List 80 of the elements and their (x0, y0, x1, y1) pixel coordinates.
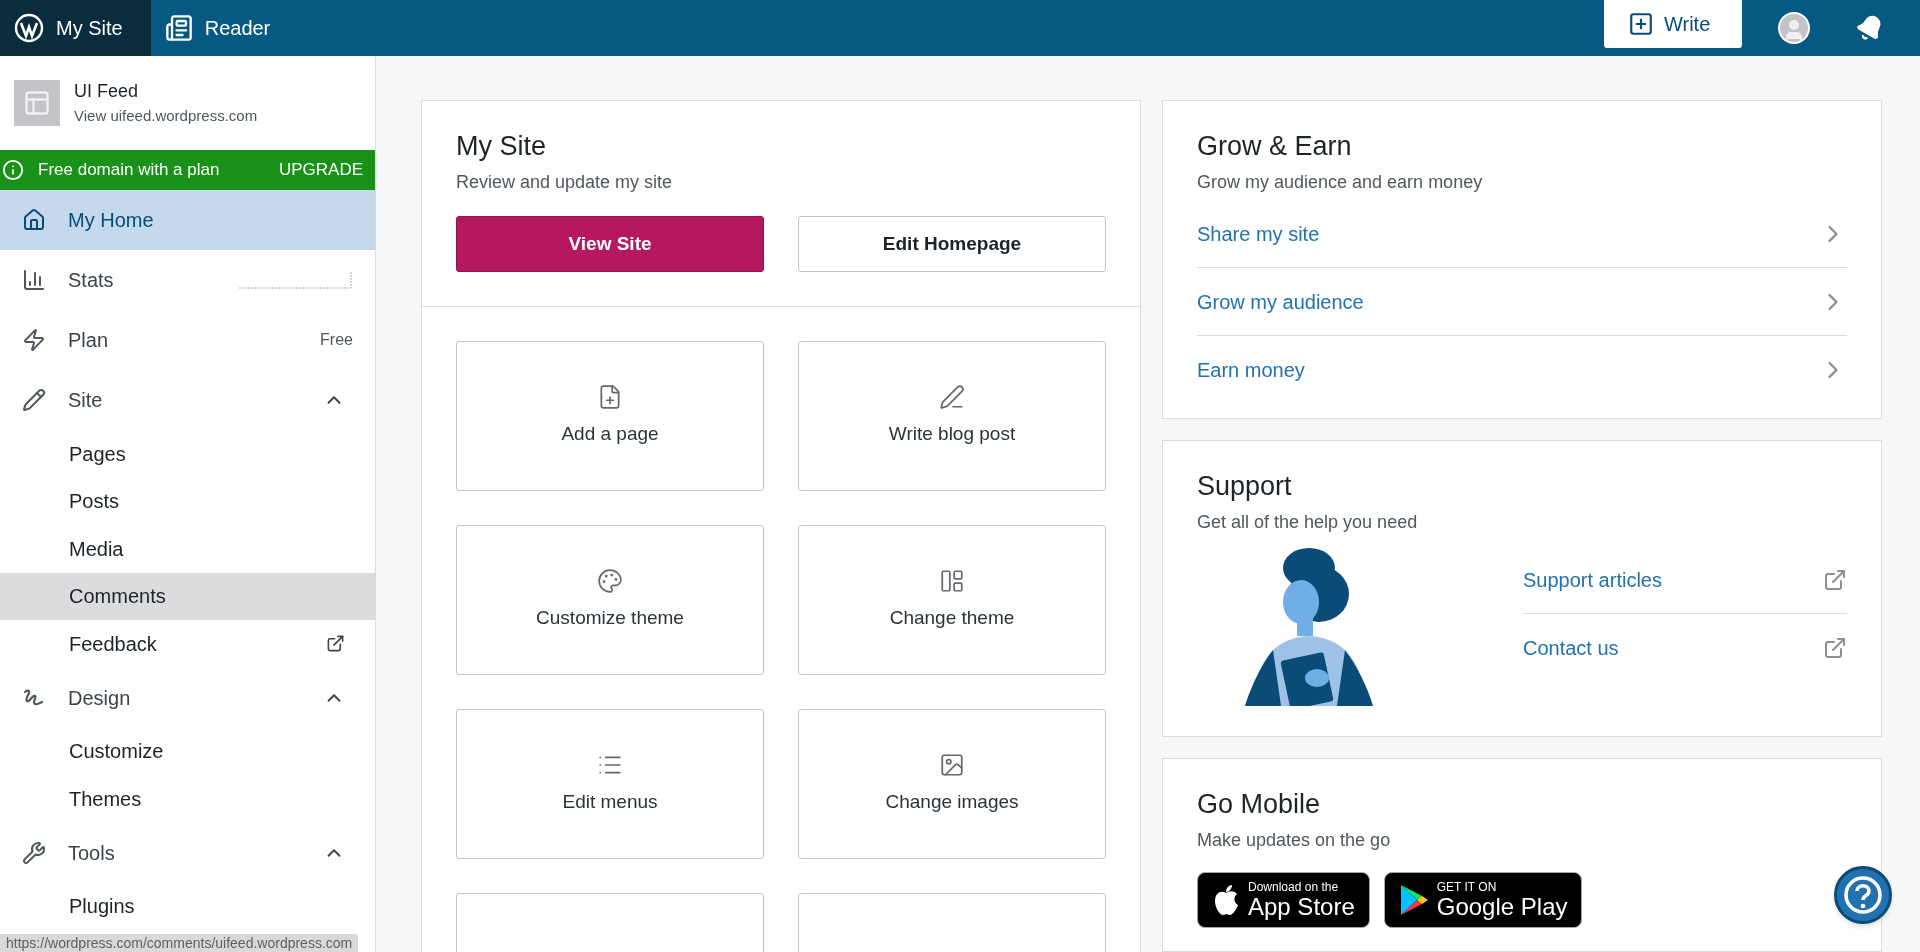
upgrade-link[interactable]: UPGRADE (278, 157, 363, 183)
home-icon (22, 208, 46, 232)
badge-large-text: Google Play (1436, 895, 1568, 919)
quick-link-label: Edit menus (562, 789, 658, 814)
card-subtitle: Get all of the help you need (1197, 511, 1419, 534)
quick-link-label: Write blog post (888, 421, 1016, 446)
square-plus-icon (1628, 11, 1654, 37)
top-tab[interactable]: My Site (0, 0, 151, 56)
grow-link[interactable]: Grow my audience (1197, 268, 1847, 336)
avatar[interactable] (1778, 12, 1810, 44)
sidebar-subitem[interactable]: Comments (0, 572, 375, 620)
quick-link-label: Customize theme (536, 605, 684, 630)
view-site-button[interactable]: View Site (456, 216, 764, 272)
quick-link-label: Change theme (889, 605, 1015, 630)
layout-icon (939, 567, 965, 594)
grow-link[interactable]: Share my site (1197, 200, 1847, 268)
card-subtitle: Grow my audience and earn money (1197, 171, 1484, 194)
badge-small-text: Download on the (1248, 881, 1340, 893)
wordpress-logo (14, 13, 44, 43)
sidebar-subitem-label: Posts (69, 489, 120, 515)
image-icon (939, 751, 965, 778)
status-url-tooltip: https://wordpress.com/comments/uifeed.wordpress.com (0, 934, 359, 952)
sidebar-item-label: Design (68, 685, 131, 711)
quick-link-tile[interactable]: Edit menus (456, 709, 764, 859)
palette-icon (597, 567, 623, 594)
sidebar-item-label: Stats (68, 268, 114, 293)
play-icon (1398, 884, 1429, 916)
card-title: Support (1197, 470, 1293, 503)
sidebar-item-label: My Home (68, 208, 154, 233)
wrench-icon (22, 840, 46, 865)
pencil-icon (22, 388, 46, 412)
sidebar-subitem-label: Customize (69, 739, 164, 765)
sidebar-subitem-label: Themes (69, 786, 142, 812)
info-icon (2, 159, 24, 181)
banner-text: Free domain with a plan (38, 159, 220, 182)
quick-link-tile[interactable]: Write blog post (798, 341, 1106, 491)
help-icon (1843, 875, 1883, 915)
quick-link-tile[interactable]: Customize theme (456, 525, 764, 675)
quick-link-label: Change images (885, 789, 1019, 814)
edit-homepage-button[interactable]: Edit Homepage (798, 216, 1106, 272)
quick-link-label: Add a page (561, 421, 659, 446)
sidebar-subitem-label: Pages (69, 441, 126, 467)
upgrade-banner[interactable]: Free domain with a plan UPGRADE (0, 150, 375, 190)
bar-chart-icon (22, 268, 46, 292)
site-url[interactable]: View uifeed.wordpress.com (74, 105, 258, 128)
card-title: My Site (456, 130, 548, 163)
card-title: Grow & Earn (1197, 130, 1353, 163)
card-subtitle: Review and update my site (456, 171, 674, 194)
support-link[interactable]: Support articles (1523, 546, 1847, 614)
quick-link-tile[interactable]: Change images (798, 709, 1106, 859)
sidebar-item[interactable]: My Home (0, 190, 375, 250)
newspaper-icon (164, 14, 193, 42)
sidebar-item-label: Plan (68, 328, 109, 353)
store-badge[interactable]: Download on the App Store (1197, 872, 1370, 928)
sidebar-subitem-label: Media (69, 536, 124, 562)
sidebar-item-label: Tools (68, 840, 115, 866)
external-link-icon (1823, 636, 1847, 660)
support-link[interactable]: Contact us (1523, 614, 1847, 682)
card-title: Go Mobile (1197, 788, 1322, 821)
quick-link-tile[interactable]: Add a page (456, 341, 764, 491)
badge-large-text: App Store (1248, 895, 1355, 919)
sidebar-subitem-label: Comments (69, 584, 166, 610)
sidebar-subitem-label: Feedback (69, 631, 157, 657)
file-plus-icon (597, 383, 623, 410)
grow-link[interactable]: Earn money (1197, 336, 1847, 404)
site-icon (14, 80, 60, 126)
badge-small-text: GET IT ON (1436, 881, 1498, 893)
store-badge[interactable]: GET IT ON Google Play (1383, 872, 1583, 928)
write-button[interactable]: Write (1604, 0, 1742, 48)
sidebar-item-label: Site (68, 388, 103, 413)
bolt-icon (22, 328, 46, 352)
plan-label: Free (320, 330, 353, 350)
sidebar-subitem-label: Plugins (69, 894, 135, 920)
quick-link-tile[interactable]: Change theme (798, 525, 1106, 675)
external-link-icon (1823, 567, 1847, 592)
external-link-icon (326, 634, 345, 654)
apple-icon (1212, 884, 1240, 916)
site-name[interactable]: UI Feed (74, 78, 258, 106)
card-subtitle: Make updates on the go (1197, 829, 1392, 852)
pen-icon (939, 383, 965, 410)
